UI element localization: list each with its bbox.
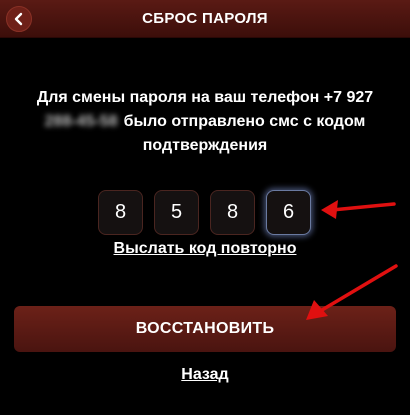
chevron-left-icon: [14, 12, 23, 26]
message-line-3: подтверждения: [142, 137, 268, 154]
message-line-1: Для смены пароля на ваш телефон +7 927: [36, 89, 374, 106]
annotation-arrow-icon: [321, 200, 396, 219]
header-bar: СБРОС ПАРОЛЯ: [0, 0, 410, 38]
verification-code-inputs: 8 5 8 6: [98, 190, 311, 235]
code-digit-4[interactable]: 6: [266, 190, 311, 235]
masked-phone-number: 288-45-58: [44, 113, 118, 130]
message-line-2-text: было отправлено смс с кодом: [123, 113, 366, 130]
back-button[interactable]: [6, 6, 32, 32]
restore-button[interactable]: ВОССТАНОВИТЬ: [14, 306, 396, 352]
page-title: СБРОС ПАРОЛЯ: [142, 10, 268, 27]
message-line-2: 288-45-58 было отправлено смс с кодом: [10, 110, 400, 134]
back-link[interactable]: Назад: [0, 366, 410, 384]
sms-info-message: Для смены пароля на ваш телефон +7 927 2…: [10, 86, 400, 158]
code-digit-1[interactable]: 8: [98, 190, 143, 235]
code-digit-3[interactable]: 8: [210, 190, 255, 235]
resend-code-link[interactable]: Выслать код повторно: [0, 240, 410, 258]
code-digit-2[interactable]: 5: [154, 190, 199, 235]
